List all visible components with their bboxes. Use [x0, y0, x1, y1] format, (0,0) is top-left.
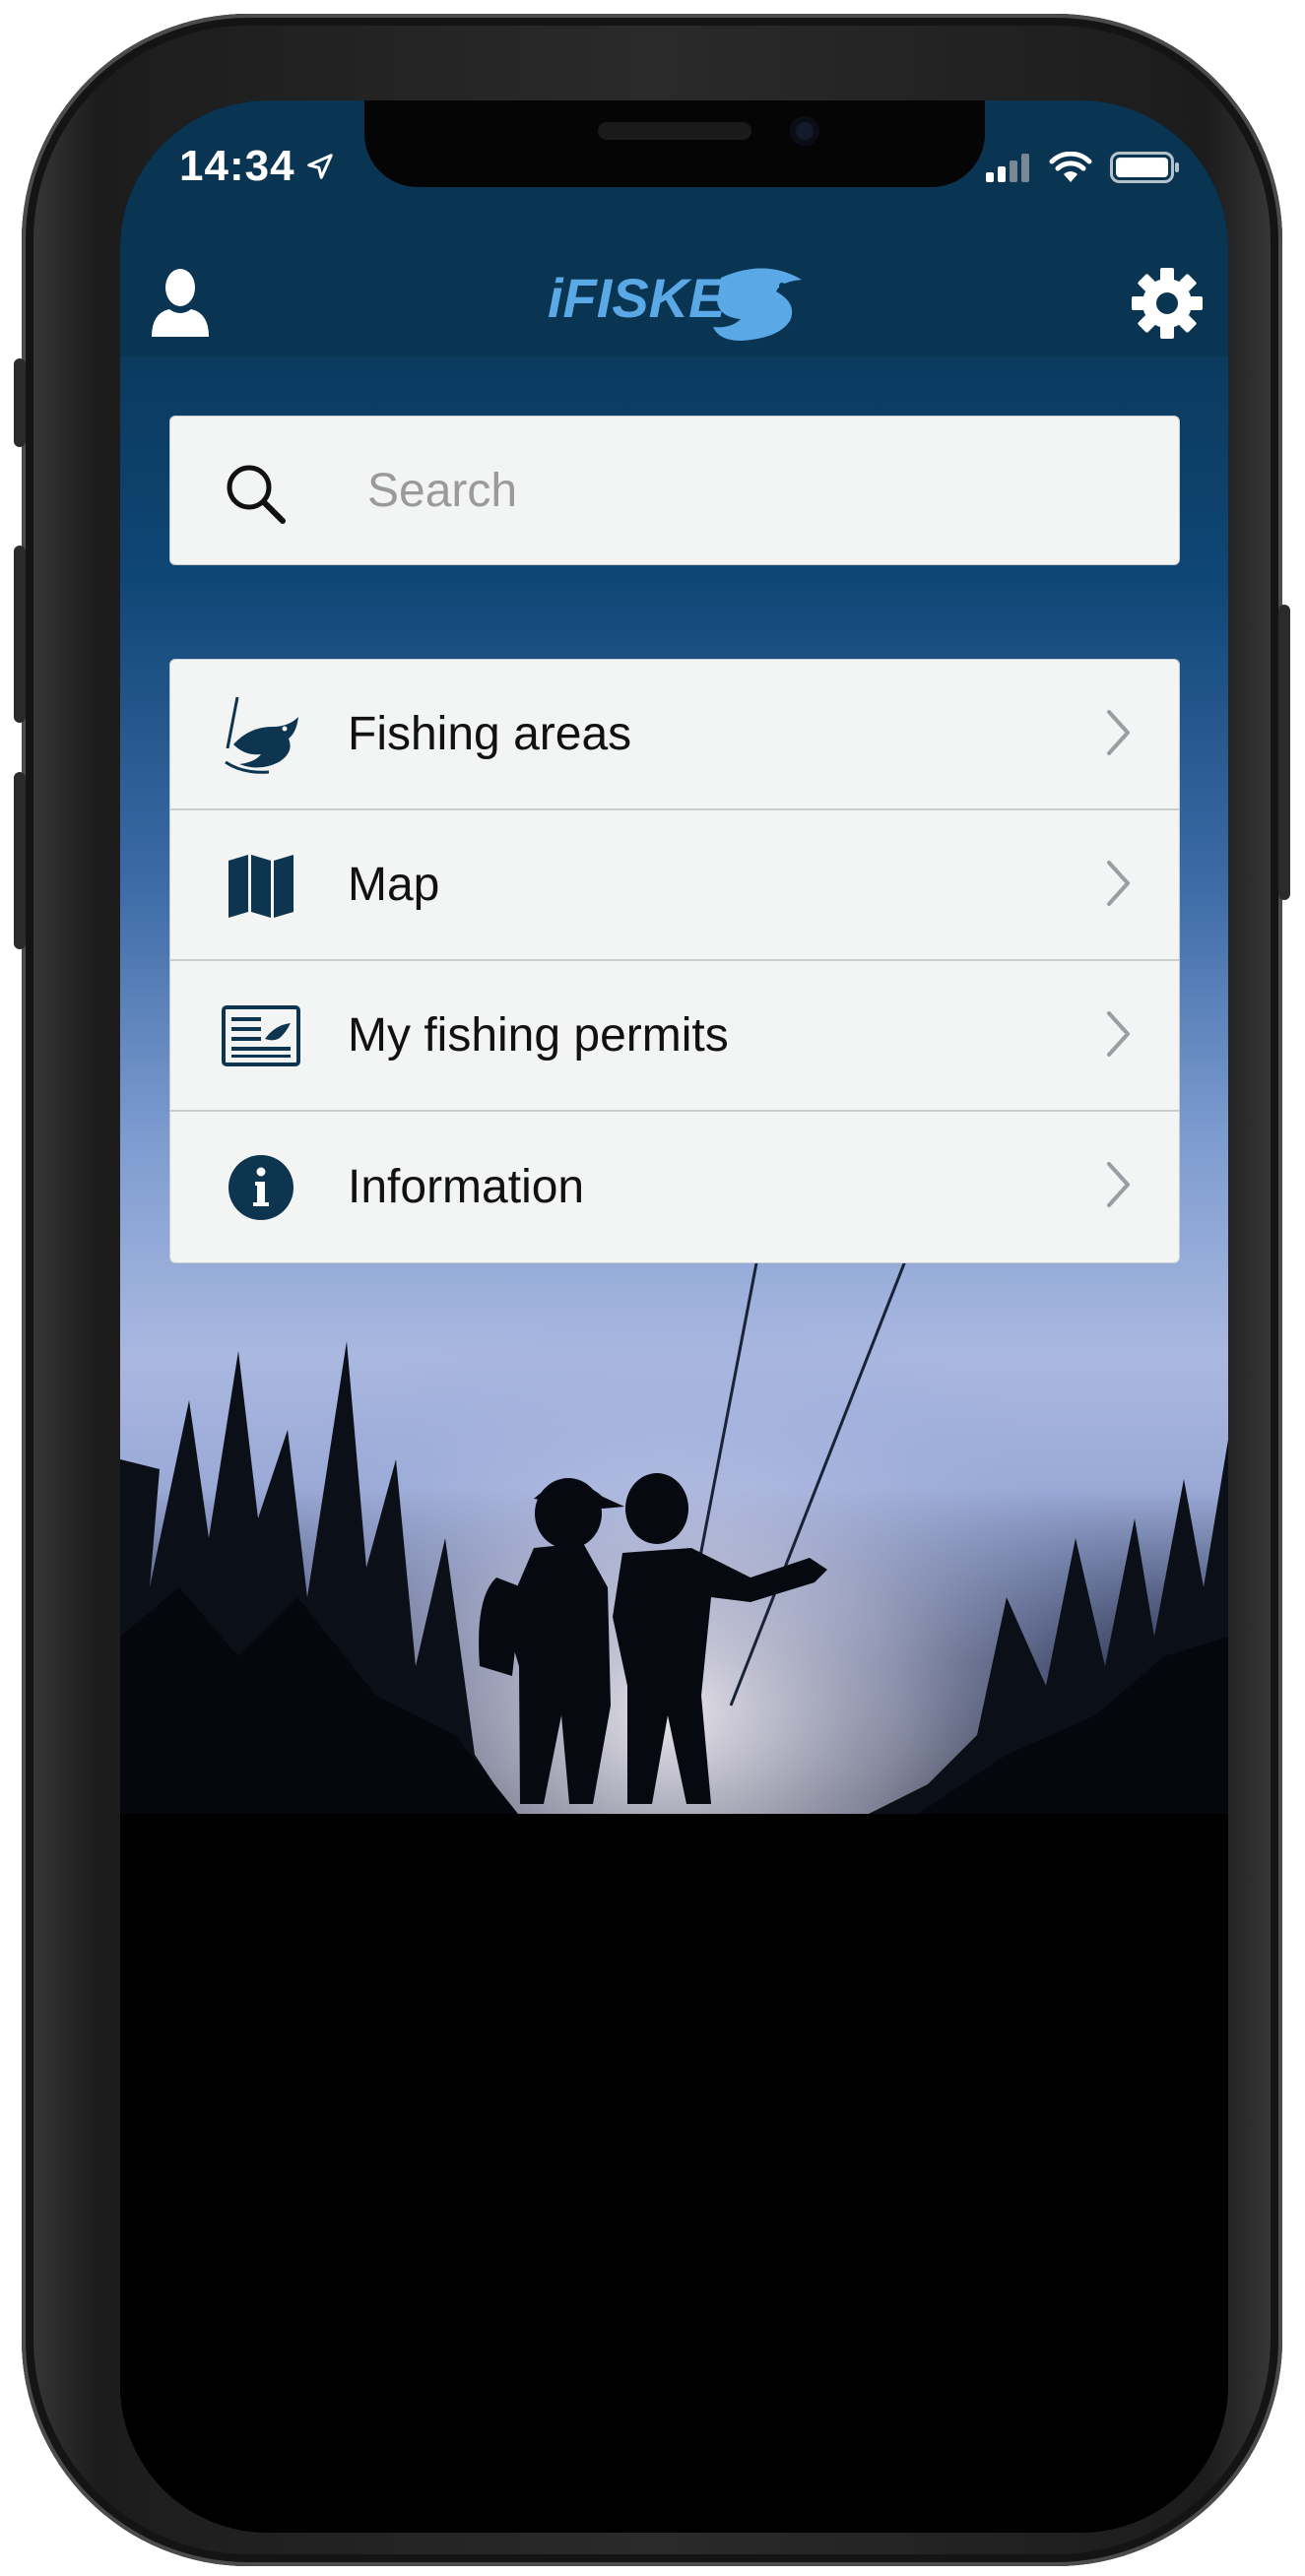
search-icon [227, 465, 286, 524]
status-time: 14:34 [179, 142, 335, 191]
info-icon [220, 1146, 302, 1229]
status-bar: 14:34 [120, 100, 1228, 248]
chevron-right-icon [1107, 710, 1130, 755]
menu-item-my-fishing-permits[interactable]: My fishing permits [170, 961, 1179, 1112]
ifiske-logo-graphic: iFISKE [548, 267, 802, 341]
search-input[interactable] [367, 417, 1145, 564]
ifiske-logo: iFISKE [544, 258, 810, 347]
chevron-right-icon [1107, 1011, 1130, 1057]
map-icon [220, 844, 302, 927]
notch [364, 100, 985, 187]
fish-rod-icon [220, 693, 302, 776]
menu-item-map[interactable]: Map [170, 810, 1179, 961]
permit-card-icon [220, 995, 302, 1077]
logo-text: iFISKE [548, 267, 727, 329]
menu-item-label: Fishing areas [348, 708, 632, 760]
cellular-signal-icon [986, 154, 1029, 182]
profile-icon[interactable] [146, 264, 215, 339]
menu-item-information[interactable]: Information [170, 1112, 1179, 1262]
chevron-right-icon [1107, 861, 1130, 906]
chevron-right-icon [1107, 1162, 1130, 1207]
menu-item-label: Map [348, 859, 440, 911]
battery-icon [1110, 152, 1179, 183]
power-button [1278, 605, 1290, 900]
app-header: iFISKE [120, 248, 1228, 356]
location-arrow-icon [306, 154, 333, 179]
settings-gear-icon[interactable] [1130, 266, 1205, 341]
status-icons [986, 152, 1181, 183]
menu-item-label: Information [348, 1161, 585, 1213]
search-bar[interactable] [169, 416, 1180, 565]
time-text: 14:34 [179, 142, 295, 190]
speaker [598, 122, 751, 140]
screen: 14:34 iFISKE Search Fishing areas Map My… [120, 100, 1228, 2533]
wifi-icon [1049, 152, 1092, 182]
main-menu: Fishing areas Map My fishing permits Inf… [169, 659, 1180, 1263]
volume-down-button [14, 772, 26, 949]
silent-switch [14, 358, 26, 447]
menu-item-fishing-areas[interactable]: Fishing areas [170, 660, 1179, 810]
front-camera [790, 116, 819, 146]
menu-item-label: My fishing permits [348, 1009, 729, 1062]
phone-frame: 14:34 iFISKE Search Fishing areas Map My… [14, 14, 1290, 2566]
volume-up-button [14, 546, 26, 723]
